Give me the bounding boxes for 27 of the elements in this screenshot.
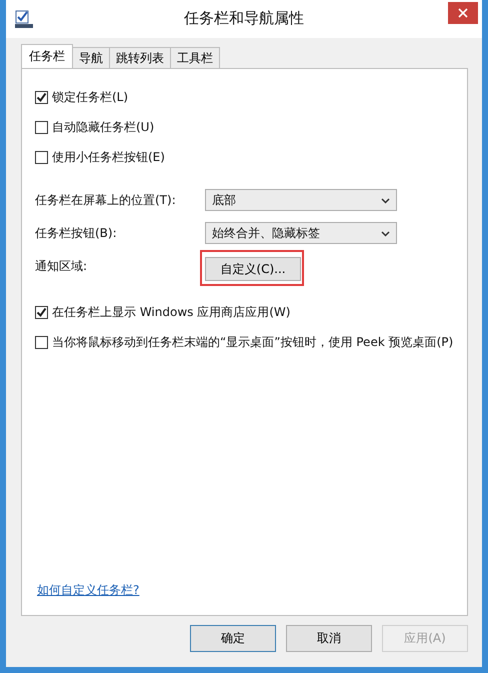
dropdown[interactable]: 始终合并、隐藏标签 (205, 222, 397, 244)
tab[interactable]: 任务栏 (21, 44, 73, 68)
checkbox[interactable] (35, 121, 48, 134)
dialog-button[interactable]: 确定 (190, 625, 276, 652)
help-link[interactable]: 如何自定义任务栏? (37, 582, 140, 599)
checkbox-label: 使用小任务栏按钮(E) (52, 149, 165, 166)
dialog-button[interactable]: 取消 (286, 625, 372, 652)
tab[interactable]: 导航 (72, 47, 110, 68)
close-button[interactable] (448, 2, 478, 24)
checkbox[interactable] (35, 151, 48, 164)
app-icon (14, 9, 34, 29)
dropdown[interactable]: 底部 (205, 189, 397, 211)
customize-button[interactable]: 自定义(C)... (205, 257, 301, 281)
checkbox-label: 锁定任务栏(L) (52, 89, 128, 106)
tab[interactable]: 跳转列表 (109, 47, 171, 68)
checkbox-label: 自动隐藏任务栏(U) (52, 119, 154, 136)
tab[interactable]: 工具栏 (170, 47, 220, 68)
field-label: 任务栏在屏幕上的位置(T): (35, 192, 177, 208)
checkbox[interactable] (35, 306, 48, 319)
close-icon (458, 8, 468, 18)
checkbox-label: 当你将鼠标移动到任务栏末端的“显示桌面”按钮时，使用 Peek 预览桌面(P) (52, 334, 454, 351)
checkbox[interactable] (35, 336, 48, 349)
window-title: 任务栏和导航属性 (183, 9, 305, 28)
checkbox[interactable] (35, 91, 48, 104)
field-label: 通知区域: (35, 258, 88, 274)
field-label: 任务栏按钮(B): (35, 224, 118, 242)
checkbox-label: 在任务栏上显示 Windows 应用商店应用(W) (52, 304, 290, 321)
